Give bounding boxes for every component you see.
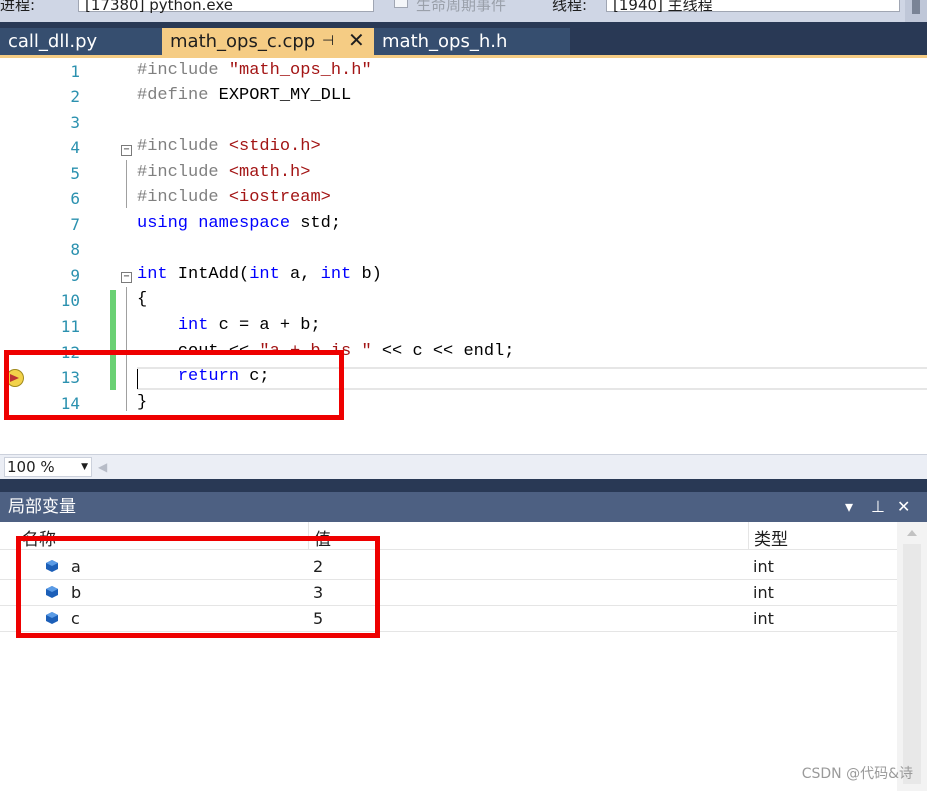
line-number: 3 [70, 113, 80, 132]
variable-type: int [753, 557, 774, 576]
debug-location-toolbar: 进程: [17380] python.exe 生命周期事件 线程: [1940]… [0, 0, 927, 22]
code-line: 1 #include "math_ops_h.h" [0, 60, 927, 85]
highlight-annotation-box [16, 536, 380, 638]
code-line: 6 #include <iostream> [0, 187, 927, 212]
code-line: 9 int IntAdd(int a, int b) [0, 264, 927, 289]
zoom-dropdown[interactable]: 100 % ▼ [4, 457, 92, 477]
code-line: 2 #define EXPORT_MY_DLL [0, 85, 927, 110]
code-line: 3 [0, 111, 927, 136]
thread-dropdown[interactable]: [1940] 主线程 [606, 0, 900, 14]
scroll-left-icon[interactable]: ◀ [98, 460, 107, 474]
close-icon[interactable]: ✕ [348, 27, 365, 54]
tab-math-ops-c-cpp[interactable]: math_ops_c.cpp ⊣ ✕ [162, 28, 374, 55]
code-line: 4 #include <stdio.h> [0, 136, 927, 161]
toolbar-overflow[interactable] [905, 0, 927, 22]
watermark: CSDN @代码&诗 [801, 766, 913, 782]
variable-type: int [753, 609, 774, 628]
close-icon[interactable]: ✕ [897, 492, 910, 522]
chevron-down-icon: ▼ [81, 462, 88, 472]
locals-title-bar: 局部变量 ▾ ⊥ ✕ [0, 492, 927, 522]
window-menu-icon[interactable]: ▾ [845, 492, 853, 522]
line-number: 8 [70, 240, 80, 259]
tab-label: math_ops_c.cpp [170, 31, 316, 52]
line-number: 1 [70, 62, 80, 81]
highlight-annotation-box [4, 350, 344, 420]
scrollbar-thumb[interactable] [903, 544, 921, 784]
code-line: 8 [0, 238, 927, 263]
line-number: 2 [70, 87, 80, 106]
line-number: 7 [70, 215, 80, 234]
line-number: 4 [70, 138, 80, 157]
code-line: 11 int c = a + b; [0, 315, 927, 340]
vertical-scrollbar[interactable] [897, 522, 927, 791]
code-line: 7 using namespace std; [0, 213, 927, 238]
line-number: 5 [70, 164, 80, 183]
line-number: 11 [60, 317, 80, 336]
tab-math-ops-h-h[interactable]: math_ops_h.h [374, 28, 570, 55]
variable-type: int [753, 583, 774, 602]
tab-call-dll-py[interactable]: call_dll.py [0, 28, 162, 55]
tab-label: call_dll.py [8, 31, 98, 52]
editor-status-bar: 100 % ▼ ◀ [0, 454, 927, 479]
zoom-level: 100 % [7, 458, 55, 476]
line-number: 6 [70, 189, 80, 208]
lifecycle-events-icon[interactable] [394, 0, 408, 8]
code-line: 10 { [0, 289, 927, 314]
scroll-up-icon[interactable] [907, 530, 917, 536]
pin-icon[interactable]: ⊣ [322, 28, 334, 55]
document-tab-strip: call_dll.py math_ops_c.cpp ⊣ ✕ math_ops_… [0, 22, 927, 58]
process-label: 进程: [0, 0, 36, 14]
thread-label: 线程: [552, 0, 588, 14]
locals-window: 局部变量 ▾ ⊥ ✕ 名称 值 类型 a 2 int b 3 int c 5 i… [0, 492, 927, 791]
line-number: 9 [70, 266, 80, 285]
lifecycle-events-label[interactable]: 生命周期事件 [416, 0, 506, 15]
column-header-type[interactable]: 类型 [754, 525, 788, 550]
tab-label: math_ops_h.h [382, 31, 508, 52]
panel-splitter[interactable] [0, 479, 927, 492]
locals-grid: 名称 值 类型 a 2 int b 3 int c 5 int [0, 522, 927, 791]
line-number: 10 [60, 291, 80, 310]
code-line: 5 #include <math.h> [0, 162, 927, 187]
locals-title: 局部变量 [8, 497, 76, 517]
process-dropdown[interactable]: [17380] python.exe [78, 0, 374, 14]
code-editor[interactable]: − − 1 #include "math_ops_h.h" 2 #define … [0, 58, 927, 454]
pin-icon[interactable]: ⊥ [871, 492, 885, 522]
